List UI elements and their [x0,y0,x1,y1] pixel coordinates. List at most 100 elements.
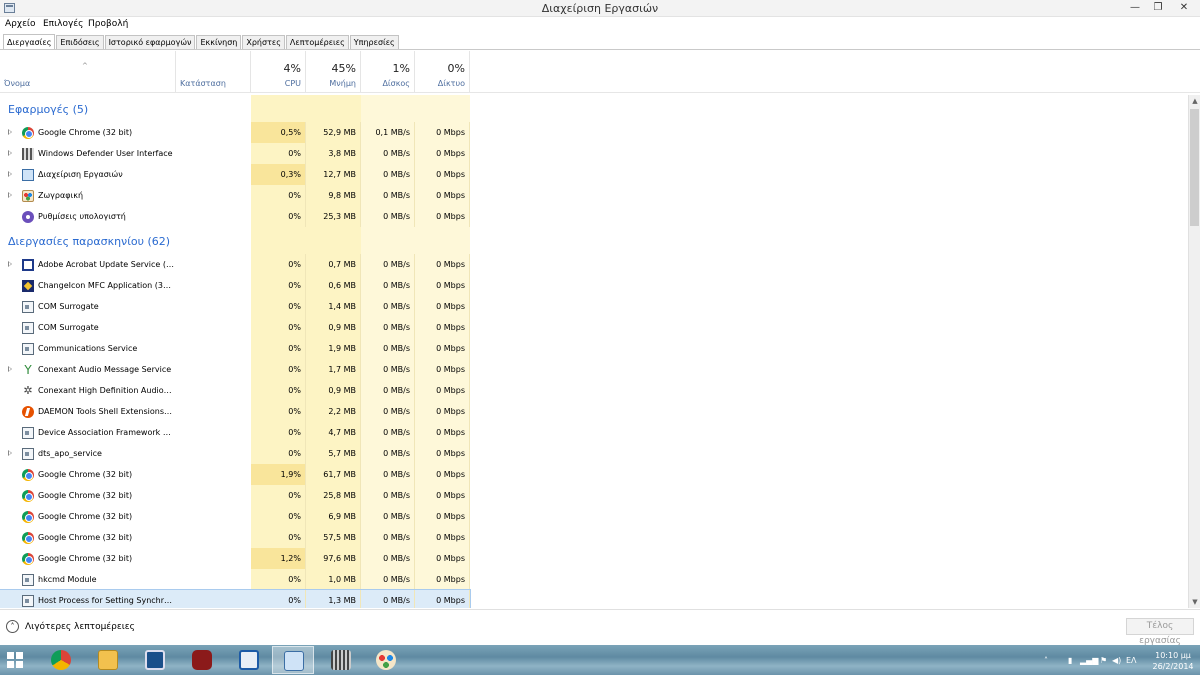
taskbar-paint[interactable] [365,646,407,674]
expand-arrow-icon[interactable] [8,366,12,372]
end-task-button[interactable]: Τέλος εργασίας [1126,618,1194,646]
taskbar-tools[interactable] [228,646,270,674]
column-header-status[interactable]: Κατάσταση [176,51,251,93]
task-manager-icon [284,651,304,671]
process-disk: 0 MB/s [361,527,415,548]
menu-options[interactable]: Επιλογές [43,19,83,29]
process-row[interactable]: Y Conexant Audio Message Service 0% 1,7 MB 0… [0,359,470,380]
column-header-network[interactable]: 0% Δίκτυο [415,51,470,93]
process-name: hkcmd Module [38,575,97,584]
taskbar-task-manager[interactable] [272,646,314,674]
process-cpu: 0,5% [251,122,306,143]
process-mem: 57,5 MB [306,527,361,548]
process-cpu: 0% [251,254,306,275]
column-header-memory[interactable]: 45% Μνήμη [306,51,361,93]
expand-arrow-icon[interactable] [8,129,12,135]
conexant-icon: Y [24,363,32,377]
process-row[interactable]: Google Chrome (32 bit) 0% 25,8 MB 0 MB/s 0 M… [0,485,470,506]
process-net: 0 Mbps [415,485,470,506]
process-mem: 2,2 MB [306,401,361,422]
process-row[interactable]: dts_apo_service 0% 5,7 MB 0 MB/s 0 Mbps [0,443,470,464]
process-name: COM Surrogate [38,323,99,332]
minimize-button[interactable]: — [1123,0,1147,16]
process-row[interactable]: Διαχείριση Εργασιών 0,3% 12,7 MB 0 MB/s 0 Mb… [0,164,470,185]
process-row[interactable]: COM Surrogate 0% 0,9 MB 0 MB/s 0 Mbps [0,317,470,338]
process-mem: 12,7 MB [306,164,361,185]
column-header-cpu[interactable]: 4% CPU [251,51,306,93]
tab-startup[interactable]: Εκκίνηση [196,35,242,50]
scroll-up-icon[interactable]: ▲ [1189,95,1200,107]
process-row[interactable]: Google Chrome (32 bit) 1,2% 97,6 MB 0 MB/s 0… [0,548,470,569]
process-row[interactable]: Communications Service 0% 1,9 MB 0 MB/s 0 Mb… [0,338,470,359]
process-row[interactable]: Host Process for Setting Synchr… 0% 1,3 MB… [0,589,471,608]
tab-app-history[interactable]: Ιστορικό εφαρμογών [104,35,196,50]
tab-services[interactable]: Υπηρεσίες [349,35,399,50]
column-header-disk[interactable]: 1% Δίσκος [361,51,415,93]
process-name: DAEMON Tools Shell Extensions… [38,407,173,416]
column-memory-label: Μνήμη [329,79,356,88]
taskbar-settings[interactable] [320,646,362,674]
scroll-thumb[interactable] [1190,109,1199,226]
taskbar-file-explorer[interactable] [87,646,129,674]
input-language[interactable]: ΕΛ [1126,656,1137,665]
expand-arrow-icon[interactable] [8,150,12,156]
process-net: 0 Mbps [415,122,470,143]
process-row[interactable]: ChangeIcon MFC Application (3… 0% 0,6 MB 0 … [0,275,470,296]
process-row[interactable]: Ρυθμίσεις υπολογιστή 0% 25,3 MB 0 MB/s 0 Mbp… [0,206,470,227]
network-icon[interactable]: ▂▄▆ [1080,656,1098,665]
taskbar-remote-desktop[interactable] [134,646,176,674]
expand-arrow-icon[interactable] [8,261,12,267]
process-row[interactable]: hkcmd Module 0% 1,0 MB 0 MB/s 0 Mbps [0,569,470,590]
windows-start-icon[interactable] [7,652,23,668]
taskbar-chrome[interactable] [40,646,82,674]
volume-icon[interactable]: ◀) [1112,656,1121,665]
clock-time: 10:10 μμ [1155,651,1191,660]
process-disk: 0 MB/s [361,590,415,608]
process-mem: 0,6 MB [306,275,361,296]
process-mem: 3,8 MB [306,143,361,164]
process-row[interactable]: ✲ Conexant High Definition Audio… 0% 0,9 MB… [0,380,470,401]
acrobat-icon [192,650,212,670]
process-net: 0 Mbps [415,590,470,608]
scroll-down-icon[interactable]: ▼ [1189,596,1200,608]
process-row[interactable]: DAEMON Tools Shell Extensions… 0% 2,2 MB 0 … [0,401,470,422]
fewer-details-button[interactable]: ˄ Λιγότερες λεπτομέρειες [6,619,135,634]
process-row[interactable]: Google Chrome (32 bit) 0% 6,9 MB 0 MB/s 0 Mb… [0,506,470,527]
process-cpu: 0% [251,506,306,527]
close-button[interactable]: ✕ [1170,0,1198,16]
process-net: 0 Mbps [415,206,470,227]
tab-processes[interactable]: Διεργασίες [3,34,56,50]
process-row[interactable]: COM Surrogate 0% 1,4 MB 0 MB/s 0 Mbps [0,296,470,317]
process-name: Ζωγραφική [38,191,84,200]
column-header-name[interactable]: Όνομα [0,51,176,93]
process-row[interactable]: Google Chrome (32 bit) 0% 57,5 MB 0 MB/s 0 M… [0,527,470,548]
tools-icon [239,650,259,670]
vertical-scrollbar[interactable]: ▲ ▼ [1188,95,1200,608]
chrome-icon [51,650,71,670]
menu-file[interactable]: Αρχείο [5,19,36,29]
tab-details[interactable]: Λεπτομέρειες [285,35,349,50]
expand-arrow-icon[interactable] [8,171,12,177]
process-cpu: 1,9% [251,464,306,485]
process-row[interactable]: Google Chrome (32 bit) 0,5% 52,9 MB 0,1 MB/… [0,122,470,143]
process-row[interactable]: Windows Defender User Interface 0% 3,8 MB 0… [0,143,470,164]
process-name: Ρυθμίσεις υπολογιστή [38,212,126,221]
taskbar-acrobat[interactable] [181,646,223,674]
process-row[interactable]: Ζωγραφική 0% 9,8 MB 0 MB/s 0 Mbps [0,185,470,206]
process-mem: 1,0 MB [306,569,361,590]
clock[interactable]: 10:10 μμ 26/2/2014 [1146,650,1200,672]
flag-icon[interactable]: ⚑ [1100,656,1107,665]
expand-arrow-icon[interactable] [8,450,12,456]
show-hidden-icons-icon[interactable]: ˄ [1044,656,1048,665]
process-row[interactable]: Adobe Acrobat Update Service (… 0% 0,7 MB 0… [0,254,470,275]
tab-performance[interactable]: Επιδόσεις [56,35,104,50]
process-row[interactable]: Google Chrome (32 bit) 1,9% 61,7 MB 0 MB/s 0… [0,464,470,485]
battery-icon[interactable]: ▮ [1068,656,1072,665]
tab-users[interactable]: Χρήστες [242,35,285,50]
expand-arrow-icon[interactable] [8,192,12,198]
process-name: Google Chrome (32 bit) [38,512,133,521]
process-net: 0 Mbps [415,275,470,296]
menu-view[interactable]: Προβολή [88,19,128,29]
restore-button[interactable]: ❐ [1146,0,1170,16]
process-row[interactable]: Device Association Framework … 0% 4,7 MB 0 … [0,422,470,443]
